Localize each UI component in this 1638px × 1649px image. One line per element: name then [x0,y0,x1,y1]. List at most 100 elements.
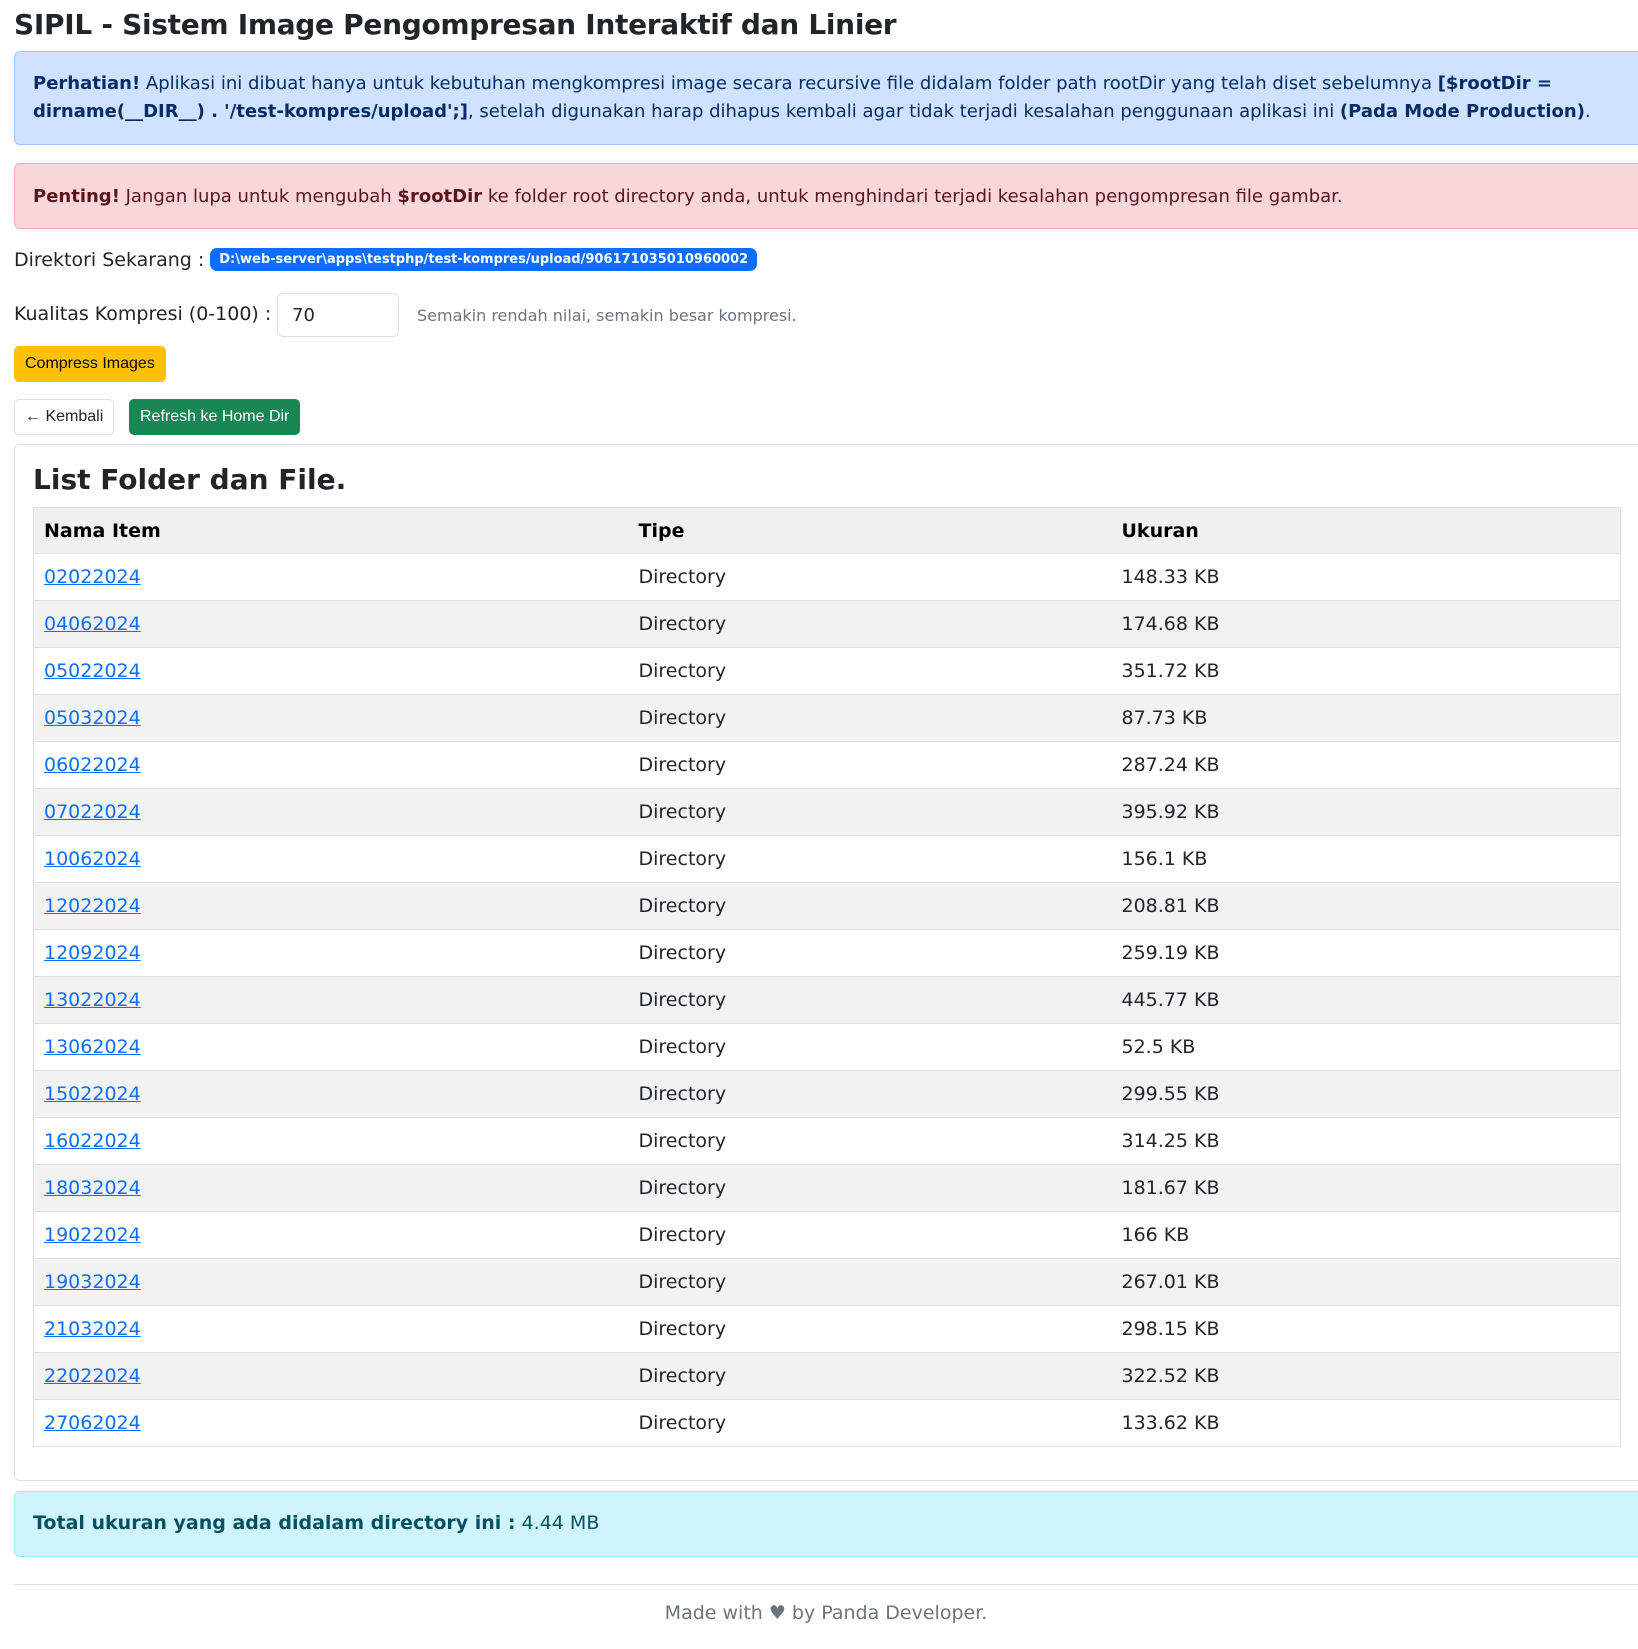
quality-label: Kualitas Kompresi (0-100) : [14,303,272,325]
cell-name: 19032024 [33,1258,629,1306]
quality-hint: Semakin rendah nilai, semakin besar komp… [417,306,797,325]
folder-link[interactable]: 06022024 [44,754,141,776]
cell-name: 22022024 [33,1352,629,1400]
info-alert-end: . [1584,101,1591,122]
cell-size: 314.25 KB [1111,1117,1621,1165]
danger-alert-text: Jangan lupa untuk mengubah [119,186,398,207]
cell-name: 07022024 [33,788,629,836]
table-row: 19022024 Directory 166 KB [33,1211,1621,1259]
total-size-label: Total ukuran yang ada didalam directory … [33,1512,516,1534]
cell-size: 351.72 KB [1111,647,1621,695]
cell-name: 18032024 [33,1164,629,1212]
folder-link[interactable]: 27062024 [44,1412,141,1434]
info-alert-strong: Perhatian! [33,73,141,94]
cell-name: 02022024 [33,553,629,601]
cell-size: 156.1 KB [1111,835,1621,883]
cell-type: Directory [628,1164,1112,1212]
danger-alert: Penting! Jangan lupa untuk mengubah $roo… [14,163,1638,229]
cell-size: 259.19 KB [1111,929,1621,977]
info-alert-text: Aplikasi ini dibuat hanya untuk kebutuha… [140,73,1438,94]
current-directory: Direktori Sekarang : D:\web-server\apps\… [14,248,758,271]
cell-type: Directory [628,1305,1112,1353]
cell-name: 05032024 [33,694,629,742]
folder-link[interactable]: 04062024 [44,613,141,635]
table-row: 13062024 Directory 52.5 KB [33,1023,1621,1071]
folder-link[interactable]: 05022024 [44,660,141,682]
folder-link[interactable]: 15022024 [44,1083,141,1105]
danger-alert-strong: Penting! [33,186,120,207]
back-button[interactable]: ← Kembali [14,399,115,435]
folder-link[interactable]: 19032024 [44,1271,141,1293]
footer-text: Made with ♥ by Panda Developer. [664,1602,988,1624]
folder-link[interactable]: 22022024 [44,1365,141,1387]
cell-type: Directory [628,788,1112,836]
table-row: 06022024 Directory 287.24 KB [33,741,1621,789]
cell-type: Directory [628,976,1112,1024]
cell-name: 12022024 [33,882,629,930]
table-row: 13022024 Directory 445.77 KB [33,976,1621,1024]
table-row: 21032024 Directory 298.15 KB [33,1305,1621,1353]
folder-link[interactable]: 05032024 [44,707,141,729]
table-row: 05022024 Directory 351.72 KB [33,647,1621,695]
total-size-alert: Total ukuran yang ada didalam directory … [14,1491,1638,1557]
folder-link[interactable]: 16022024 [44,1130,141,1152]
folder-link[interactable]: 02022024 [44,566,141,588]
cell-type: Directory [628,1258,1112,1306]
table-row: 07022024 Directory 395.92 KB [33,788,1621,836]
compress-images-button[interactable]: Compress Images [14,346,166,382]
list-title: List Folder dan File. [33,463,347,496]
cell-size: 298.15 KB [1111,1305,1621,1353]
danger-alert-var: $rootDir [397,186,483,207]
folder-link[interactable]: 19022024 [44,1224,141,1246]
cell-size: 445.77 KB [1111,976,1621,1024]
cell-size: 166 KB [1111,1211,1621,1259]
folder-link[interactable]: 13022024 [44,989,141,1011]
table-row: 05032024 Directory 87.73 KB [33,694,1621,742]
folder-link[interactable]: 13062024 [44,1036,141,1058]
info-alert-mode: (Pada Mode Production) [1339,101,1585,122]
cell-type: Directory [628,835,1112,883]
folder-link[interactable]: 10062024 [44,848,141,870]
table-row: 18032024 Directory 181.67 KB [33,1164,1621,1212]
cell-type: Directory [628,600,1112,648]
cell-size: 208.81 KB [1111,882,1621,930]
cell-size: 395.92 KB [1111,788,1621,836]
folder-link[interactable]: 21032024 [44,1318,141,1340]
table-row: 16022024 Directory 314.25 KB [33,1117,1621,1165]
info-alert: Perhatian! Aplikasi ini dibuat hanya unt… [14,51,1638,145]
cell-type: Directory [628,929,1112,977]
cell-size: 322.52 KB [1111,1352,1621,1400]
cell-name: 15022024 [33,1070,629,1118]
file-list-card: List Folder dan File. Nama Item Tipe Uku… [14,444,1638,1481]
table-row: 22022024 Directory 322.52 KB [33,1352,1621,1400]
cell-size: 133.62 KB [1111,1399,1621,1447]
folder-link[interactable]: 12022024 [44,895,141,917]
cell-type: Directory [628,553,1112,601]
table-row: 19032024 Directory 267.01 KB [33,1258,1621,1306]
page-title: SIPIL - Sistem Image Pengompresan Intera… [14,8,897,41]
danger-alert-text-2: ke folder root directory anda, untuk men… [482,186,1343,207]
folder-link[interactable]: 07022024 [44,801,141,823]
header-type: Tipe [628,507,1112,554]
cell-type: Directory [628,741,1112,789]
table-row: 02022024 Directory 148.33 KB [33,553,1621,601]
cell-name: 10062024 [33,835,629,883]
folder-link[interactable]: 18032024 [44,1177,141,1199]
footer-divider [14,1584,1638,1585]
header-size: Ukuran [1111,507,1621,554]
refresh-home-button[interactable]: Refresh ke Home Dir [129,399,301,435]
folder-link[interactable]: 12092024 [44,942,141,964]
cell-name: 12092024 [33,929,629,977]
header-name: Nama Item [33,507,629,554]
cell-name: 13022024 [33,976,629,1024]
cell-name: 04062024 [33,600,629,648]
table-row: 15022024 Directory 299.55 KB [33,1070,1621,1118]
total-size-value: 4.44 MB [515,1512,600,1534]
info-alert-text-2: , setelah digunakan harap dihapus kembal… [467,101,1340,122]
table-row: 27062024 Directory 133.62 KB [33,1399,1621,1447]
current-directory-label: Direktori Sekarang : [14,248,205,271]
quality-input[interactable] [277,293,399,337]
cell-name: 16022024 [33,1117,629,1165]
cell-type: Directory [628,1352,1112,1400]
cell-name: 21032024 [33,1305,629,1353]
